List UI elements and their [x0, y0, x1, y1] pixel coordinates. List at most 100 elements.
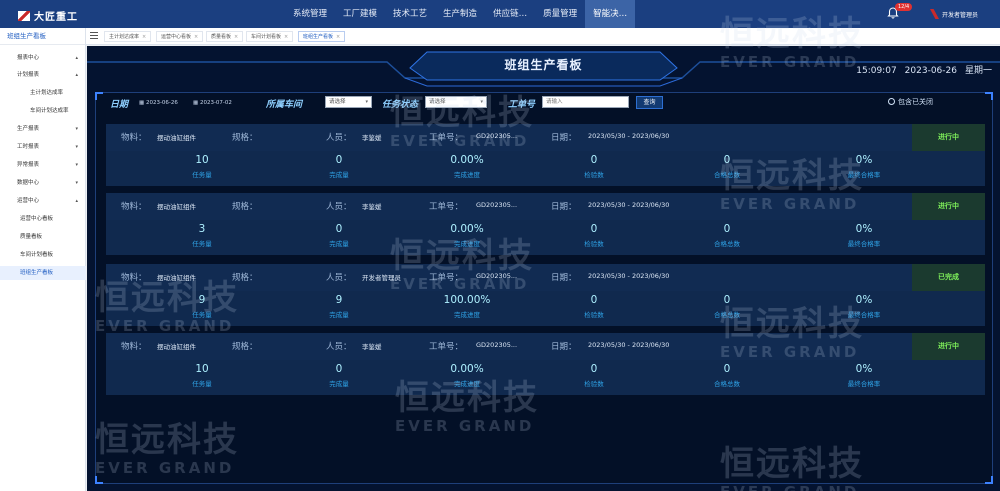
close-icon[interactable]: ×: [194, 34, 198, 40]
metric-label: 任务量: [192, 380, 212, 388]
metric-value: 0: [590, 154, 598, 166]
task-card[interactable]: 物料： 摆动油缸组件 规格： 人员： 李鉴媛 工单号： GD202305... 日期： 2023…: [106, 333, 985, 395]
sidebar-item[interactable]: 报表中心 ▴: [0, 51, 86, 65]
menu-item[interactable]: 生产制造: [435, 0, 485, 28]
menu-item[interactable]: 系统管理: [285, 0, 335, 28]
sidebar: 班组生产看板 报表中心 ▴ 计划报表 ▴ 主计划达成率 车间计划达成率 生产报表 ▾ 工时报表 ▾…: [0, 28, 86, 491]
metric-value: 0: [590, 223, 598, 235]
menu-item[interactable]: 工厂建模: [335, 0, 385, 28]
material-label: 物料：: [121, 133, 147, 143]
clock-time: 15:09:07: [856, 66, 897, 76]
sidebar-item[interactable]: 车间计划看板: [0, 248, 86, 262]
query-button[interactable]: 查询: [636, 96, 663, 109]
date-range-end[interactable]: ▦ 2023-07-02: [193, 98, 232, 109]
close-icon[interactable]: ×: [336, 34, 340, 40]
metric-value: 0: [590, 363, 598, 375]
chevron-down-icon: ▾: [75, 126, 78, 132]
chevron-up-icon: ▴: [75, 72, 78, 78]
sidebar-item-label: 班组生产看板: [20, 270, 54, 276]
chevron-down-icon: ▾: [75, 144, 78, 150]
metric-value: 0: [723, 154, 731, 166]
metric-label: 任务量: [192, 311, 212, 319]
sidebar-item[interactable]: 运营中心 ▴: [0, 194, 86, 208]
order-input[interactable]: 请输入: [542, 96, 629, 108]
metric-value: 10: [195, 154, 209, 166]
sidebar-title: 班组生产看板: [0, 28, 85, 45]
status-badge: 进行中: [912, 333, 985, 360]
date-end: 2023-07-02: [199, 100, 232, 106]
top-nav-bar: 大匠重工 系统管理 工厂建模 技术工艺 生产制造 供应链… 质量管理 智能决… 12/4 开…: [0, 0, 1000, 28]
order-no-value: GD202305...: [476, 272, 518, 280]
sidebar-item[interactable]: 异常报表 ▾: [0, 158, 86, 172]
date-label: 日期：: [551, 273, 577, 283]
date-range-picker[interactable]: ▦ 2023-06-26: [139, 98, 178, 109]
task-card[interactable]: 物料： 摆动油缸组件 规格： 人员： 李鉴媛 工单号： GD202305... 日期： 2023…: [106, 193, 985, 255]
spec-label: 规格：: [232, 202, 258, 212]
sidebar-item[interactable]: 运营中心看板: [0, 212, 86, 226]
metric-value: 0: [335, 154, 343, 166]
order-no-label: 工单号：: [429, 273, 464, 283]
metric-label: 合格总数: [714, 171, 740, 179]
status-badge: 进行中: [912, 193, 985, 220]
close-icon[interactable]: ×: [284, 34, 288, 40]
status-select[interactable]: 请选择 ▾: [425, 96, 487, 108]
metric-value: 0: [723, 363, 731, 375]
date-label: 日期：: [551, 342, 577, 352]
task-card-metrics-row: 3 任务量 0 完成量 0.00% 完成进度 0 检验数 0 合格总数 0% 最终合格率: [106, 220, 985, 255]
radio-icon: [888, 98, 895, 105]
metric-value: 0: [590, 294, 598, 306]
spec-label: 规格：: [232, 273, 258, 283]
brand-logo[interactable]: 大匠重工: [18, 8, 78, 23]
sidebar-item[interactable]: 车间计划达成率: [0, 104, 86, 118]
metric-value: 10: [195, 363, 209, 375]
menu-item[interactable]: 智能决…: [585, 0, 636, 28]
metric-value: 0%: [855, 223, 873, 235]
sidebar-item[interactable]: 数据中心 ▾: [0, 176, 86, 190]
metric-label: 完成进度: [454, 311, 480, 319]
close-icon[interactable]: ×: [142, 34, 146, 40]
chevron-down-icon: ▾: [365, 99, 368, 105]
metric-label: 检验数: [584, 171, 604, 179]
metric-label: 任务量: [192, 240, 212, 248]
date-range-value: 2023/05/30 - 2023/06/30: [588, 201, 670, 209]
metric-label: 检验数: [584, 311, 604, 319]
board-title: 班组生产看板: [504, 58, 583, 72]
include-closed-checkbox[interactable]: 包含已关闭: [888, 97, 933, 107]
tab[interactable]: 运营中心看板 ×: [156, 31, 204, 42]
board-header: 班组生产看板 15:09:07 2023-06-26 星期一: [87, 46, 1000, 90]
sidebar-item[interactable]: 生产报表 ▾: [0, 122, 86, 136]
sidebar-item[interactable]: 计划报表 ▴: [0, 68, 86, 82]
menu-item[interactable]: 质量管理: [535, 0, 585, 28]
tab[interactable]: 班组生产看板 ×: [298, 31, 346, 42]
tab[interactable]: 主计划达成率 ×: [104, 31, 152, 42]
sidebar-item[interactable]: 质量看板: [0, 230, 86, 244]
task-card[interactable]: 物料： 摆动油缸组件 规格： 人员： 开发者管理员 工单号： GD202305... 日期： 2…: [106, 264, 985, 326]
workshop-label: 所属车间: [266, 100, 303, 110]
dashboard-board: 班组生产看板 15:09:07 2023-06-26 星期一 日期 ▦ 2023-0…: [87, 46, 1000, 491]
sidebar-item[interactable]: 工时报表 ▾: [0, 140, 86, 154]
spec-label: 规格：: [232, 133, 258, 143]
metric-label: 最终合格率: [847, 311, 881, 319]
tab[interactable]: 车间计划看板 ×: [246, 31, 294, 42]
task-card-metrics-row: 10 任务量 0 完成量 0.00% 完成进度 0 检验数 0 合格总数 0% 最终合格率: [106, 151, 985, 186]
user-avatar-icon: [930, 9, 939, 19]
sidebar-item[interactable]: 班组生产看板: [0, 266, 86, 280]
order-label: 工单号: [508, 100, 536, 110]
tab-label: 主计划达成率: [109, 34, 140, 40]
tab[interactable]: 质量看板 ×: [206, 31, 244, 42]
menu-item[interactable]: 技术工艺: [385, 0, 435, 28]
user-menu[interactable]: 开发者管理员: [930, 9, 978, 19]
date-label: 日期：: [551, 133, 577, 143]
sidebar-item-label: 运营中心看板: [20, 216, 54, 222]
sidebar-item[interactable]: 主计划达成率: [0, 86, 86, 100]
workshop-select[interactable]: 请选择 ▾: [325, 96, 372, 108]
metric-value: 0: [335, 223, 343, 235]
order-no-value: GD202305...: [476, 132, 518, 140]
metric-label: 合格总数: [714, 380, 740, 388]
metric-label: 最终合格率: [847, 240, 881, 248]
menu-item[interactable]: 供应链…: [485, 0, 535, 28]
order-no-value: GD202305...: [476, 201, 518, 209]
menu-toggle-icon[interactable]: [90, 32, 98, 39]
close-icon[interactable]: ×: [234, 34, 238, 40]
task-card[interactable]: 物料： 摆动油缸组件 规格： 人员： 李鉴媛 工单号： GD202305... 日期： 2023…: [106, 124, 985, 186]
